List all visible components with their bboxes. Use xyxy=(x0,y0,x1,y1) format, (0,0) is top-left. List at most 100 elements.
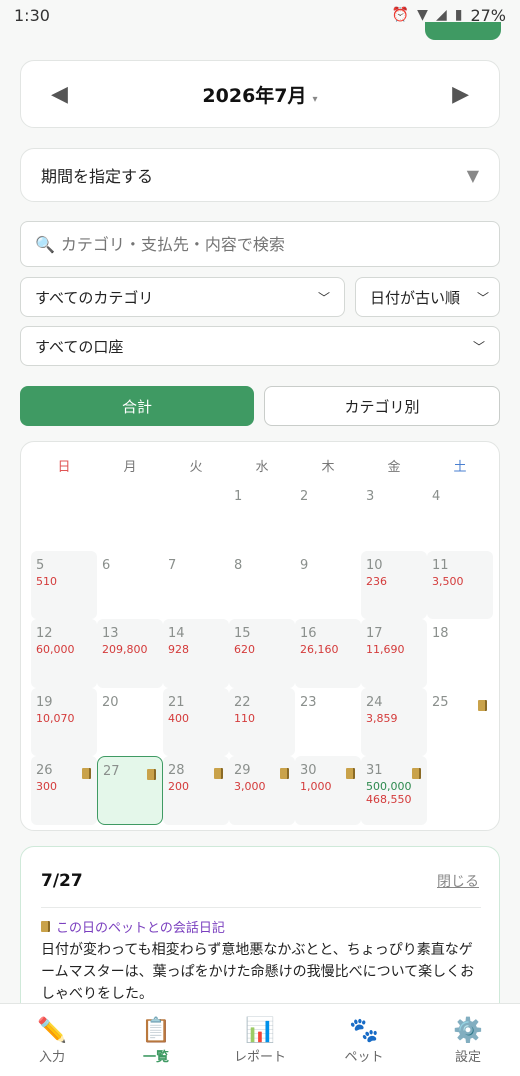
day-number: 10 xyxy=(366,557,383,573)
search-input[interactable] xyxy=(60,234,481,254)
close-link[interactable]: 閉じる xyxy=(437,871,479,891)
sort-select-value: 日付が古い順 xyxy=(370,288,461,307)
diary-title: この日のペットとの会話日記 xyxy=(41,917,225,936)
day-number: 17 xyxy=(366,626,383,641)
calendar-day-20[interactable]: 20 xyxy=(97,688,163,757)
day-number: 13 xyxy=(102,626,119,641)
day-number: 20 xyxy=(102,694,119,710)
nav-label: 設定 xyxy=(454,1049,481,1065)
nav-label: レポート xyxy=(233,1049,286,1065)
top-action-button[interactable] xyxy=(425,22,501,40)
nav-item-3[interactable]: 🐾 ペット xyxy=(319,1016,409,1065)
nav-item-4[interactable]: ⚙️ 設定 xyxy=(423,1016,513,1065)
next-month-button[interactable]: ▶ xyxy=(452,82,469,107)
calendar-day-9[interactable]: 9 xyxy=(295,551,361,620)
chevron-down-icon: ﹀ xyxy=(472,339,485,354)
calendar-day-14[interactable]: 14 928 xyxy=(163,619,229,688)
day-expense: 510 xyxy=(36,574,57,588)
notebook-icon xyxy=(214,768,223,779)
nav-label: 入力 xyxy=(38,1049,65,1065)
calendar-empty-cell xyxy=(163,482,229,551)
divider xyxy=(41,907,481,908)
calendar-day-13[interactable]: 13 209,800 xyxy=(97,619,163,688)
calendar-day-28[interactable]: 28 200 xyxy=(163,756,229,825)
battery-icon: ▮ xyxy=(454,7,463,23)
category-select-value: すべてのカテゴリ xyxy=(35,288,154,307)
calendar-day-23[interactable]: 23 xyxy=(295,688,361,757)
calendar-day-30[interactable]: 30 1,000 xyxy=(295,756,361,825)
notebook-icon xyxy=(478,699,487,711)
calendar-day-15[interactable]: 15 620 xyxy=(229,619,295,688)
notebook-icon xyxy=(41,921,50,932)
nav-item-2[interactable]: 📊 レポート xyxy=(215,1016,305,1065)
weekday-label: 木 xyxy=(321,460,335,475)
month-navigator: ◀ 2026年7月 ▾ ▶ xyxy=(20,60,500,128)
nav-item-1[interactable]: 📋 一覧 xyxy=(111,1016,201,1065)
calendar-day-29[interactable]: 29 3,000 xyxy=(229,756,295,825)
calendar-empty-cell xyxy=(31,482,97,551)
calendar-day-2[interactable]: 2 xyxy=(295,482,361,551)
calendar-day-17[interactable]: 17 11,690 xyxy=(361,619,427,688)
calendar-day-10[interactable]: 10 236 xyxy=(361,550,427,619)
day-number: 6 xyxy=(102,557,111,573)
diary-body: 日付が変わっても相変わらず意地悪なかぶとと、ちょっぴり素直なゲームマスターは、葉… xyxy=(41,942,475,1002)
day-number: 23 xyxy=(300,694,317,710)
calendar-day-26[interactable]: 26 300 xyxy=(31,756,97,825)
day-expense: 209,800 xyxy=(102,643,148,656)
month-picker[interactable]: 2026年7月 ▾ xyxy=(202,81,317,108)
calendar-day-19[interactable]: 19 10,070 xyxy=(31,687,97,756)
category-view-button[interactable]: カテゴリ別 xyxy=(264,386,500,426)
calendar-day-31[interactable]: 31 500,000 468,550 xyxy=(361,756,427,825)
calendar-day-27[interactable]: 27 xyxy=(97,756,163,825)
calendar-day-8[interactable]: 8 xyxy=(229,551,295,620)
calendar-day-24[interactable]: 24 3,859 xyxy=(361,687,427,756)
month-title: 2026年7月 xyxy=(202,84,307,107)
day-number: 12 xyxy=(36,626,53,641)
calendar-day-5[interactable]: 5 510 xyxy=(31,550,97,619)
category-select[interactable]: すべてのカテゴリ ﹀ xyxy=(20,277,345,317)
calendar-day-18[interactable]: 18 xyxy=(427,619,493,688)
gear-icon: ⚙️ xyxy=(453,1015,483,1044)
account-select[interactable]: すべての口座 ﹀ xyxy=(20,326,500,366)
day-number: 1 xyxy=(234,489,243,504)
day-expense: 3,000 xyxy=(234,780,266,793)
caret-down-icon: ▾ xyxy=(312,93,318,105)
calendar-day-3[interactable]: 3 xyxy=(361,482,427,551)
bottom-nav: ✏️ 入力 📋 一覧 📊 レポート 🐾 ペット ⚙️ 設定 xyxy=(0,1003,520,1076)
calendar-day-1[interactable]: 1 xyxy=(229,482,295,551)
calendar-empty-cell xyxy=(97,482,163,551)
calendar-day-11[interactable]: 11 3,500 xyxy=(427,550,493,619)
account-select-value: すべての口座 xyxy=(35,337,124,356)
calendar-day-12[interactable]: 12 60,000 xyxy=(31,619,97,688)
calendar-week: 12 60,000 13 209,800 14 928 15 620 16 26,160 17 11,… xyxy=(31,619,493,688)
day-expense: 3,859 xyxy=(366,711,398,725)
nav-item-0[interactable]: ✏️ 入力 xyxy=(7,1016,97,1065)
notebook-icon xyxy=(147,769,156,780)
day-expense: 26,160 xyxy=(300,643,339,656)
nav-label: 一覧 xyxy=(142,1049,169,1065)
chevron-down-icon: ﹀ xyxy=(476,290,489,305)
sort-select[interactable]: 日付が古い順 ﹀ xyxy=(355,277,500,317)
alarm-icon: ⏰ xyxy=(391,7,410,23)
calendar-day-7[interactable]: 7 xyxy=(163,551,229,620)
signal-icon: ◢ xyxy=(435,7,447,23)
day-number: 18 xyxy=(432,626,449,641)
day-expense: 200 xyxy=(168,780,189,793)
calendar-day-25[interactable]: 25 xyxy=(427,688,493,757)
notebook-icon xyxy=(82,768,91,779)
day-number: 14 xyxy=(168,626,185,641)
wifi-icon: ▼ xyxy=(417,7,428,23)
day-expense: 468,550 xyxy=(366,793,412,806)
prev-month-button[interactable]: ◀ xyxy=(51,82,68,107)
paw-icon: 🐾 xyxy=(349,1015,379,1044)
calendar-day-16[interactable]: 16 26,160 xyxy=(295,619,361,688)
day-number: 24 xyxy=(366,694,383,710)
calendar-day-6[interactable]: 6 xyxy=(97,551,163,620)
day-expense: 10,070 xyxy=(36,711,75,725)
day-number: 19 xyxy=(36,694,53,710)
total-view-button[interactable]: 合計 xyxy=(20,386,254,426)
calendar-day-21[interactable]: 21 400 xyxy=(163,687,229,756)
calendar-day-4[interactable]: 4 xyxy=(427,482,493,551)
calendar-day-22[interactable]: 22 110 xyxy=(229,687,295,756)
period-selector[interactable]: 期間を指定する ▼ xyxy=(20,148,500,202)
